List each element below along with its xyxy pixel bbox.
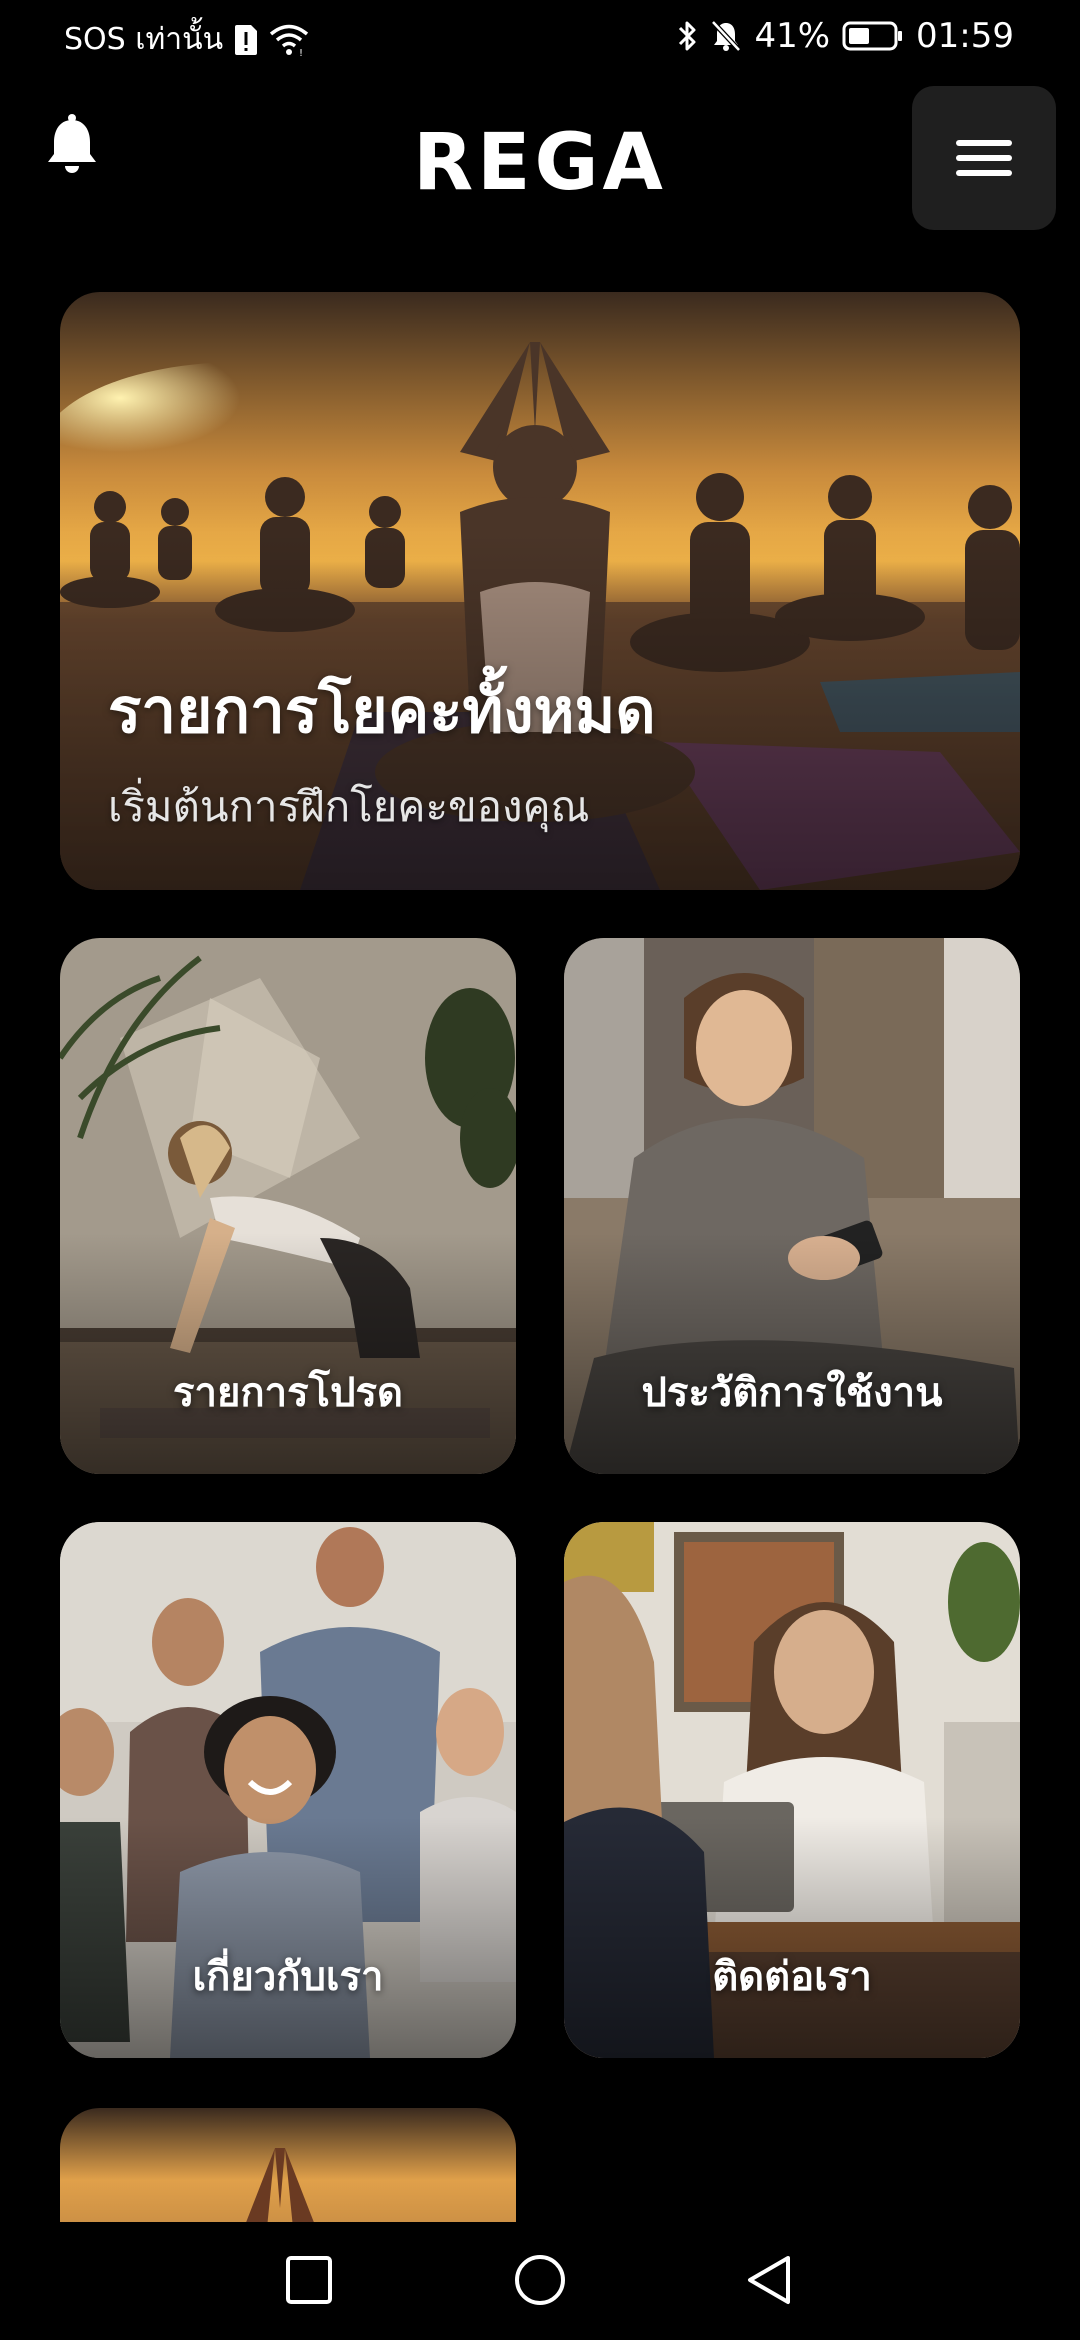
contact-label: ติดต่อเรา	[712, 1954, 872, 2000]
history-card[interactable]: ประวัติการใช้งาน	[564, 938, 1020, 1474]
battery-percent: 41%	[754, 16, 831, 56]
svg-text:!: !	[299, 48, 303, 57]
sim-alert-icon	[233, 23, 259, 57]
home-circle-icon[interactable]	[512, 2252, 568, 2312]
app-header: REGA	[0, 80, 1080, 240]
system-nav-bar	[0, 2222, 1080, 2340]
bluetooth-icon	[676, 19, 698, 53]
hamburger-menu-icon	[956, 140, 1012, 146]
hamburger-line	[956, 170, 1012, 176]
all-yoga-card[interactable]: รายการโยคะทั้งหมด เริ่มต้นการฝึกโยคะของค…	[60, 292, 1020, 890]
back-triangle-icon[interactable]	[742, 2252, 798, 2312]
hero-subtitle: เริ่มต้นการฝึกโยคะของคุณ	[108, 782, 590, 831]
clock: 01:59	[916, 16, 1014, 56]
history-label: ประวัติการใช้งาน	[641, 1370, 943, 1416]
mute-icon	[710, 19, 742, 53]
about-label: เกี่ยวกับเรา	[192, 1954, 384, 2000]
favorites-label: รายการโปรด	[173, 1370, 403, 1416]
status-left: SOS เท่านั้น !	[64, 16, 309, 63]
hero-title: รายการโยคะทั้งหมด	[108, 674, 656, 747]
about-card[interactable]: เกี่ยวกับเรา	[60, 1522, 516, 2058]
status-right: 41% 01:59	[676, 16, 1014, 56]
recents-square-icon[interactable]	[284, 2252, 336, 2312]
status-bar: SOS เท่านั้น ! 41% 01:59	[0, 0, 1080, 80]
favorites-card[interactable]: รายการโปรด	[60, 938, 516, 1474]
hamburger-line	[956, 155, 1012, 161]
carrier-label: SOS เท่านั้น	[64, 22, 224, 57]
battery-icon	[842, 20, 904, 52]
wifi-icon: !	[269, 23, 309, 57]
contact-card[interactable]: ติดต่อเรา	[564, 1522, 1020, 2058]
hamburger-menu-button[interactable]	[912, 86, 1056, 230]
